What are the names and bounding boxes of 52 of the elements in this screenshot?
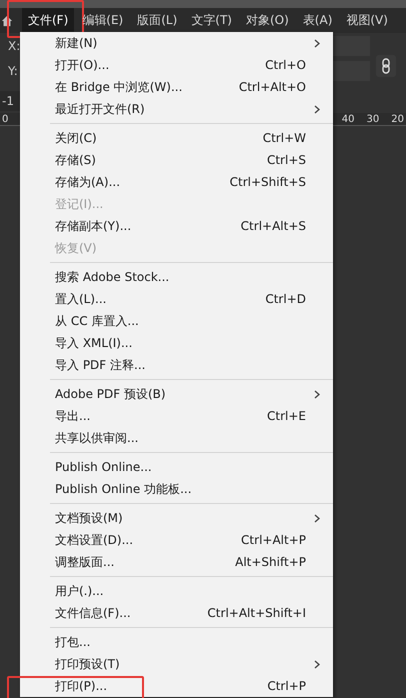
shortcut-text: Ctrl+D [265, 292, 306, 306]
menu-item-label[interactable]: 最近打开文件(R) [55, 100, 308, 118]
menu-item-label[interactable]: 打开(O)... [55, 56, 266, 74]
shortcut-text: Alt+Shift+P [235, 555, 306, 569]
menu-item-label[interactable]: 文档预设(M) [55, 510, 308, 526]
menu-item-label[interactable]: 置入(L)... [55, 290, 266, 308]
shortcut-text: Ctrl+W [262, 131, 306, 145]
menu-item-label[interactable]: 存储为(A)... [55, 174, 230, 190]
menu-item-label[interactable]: 文件信息(F)... [55, 604, 208, 622]
shortcut-text: Ctrl+O [265, 58, 306, 72]
shortcut-text: Ctrl+Alt+P [241, 533, 306, 547]
shortcut-text: Ctrl+E [267, 409, 306, 423]
menu-title[interactable]: 版面(L) [131, 8, 184, 33]
menu-title[interactable]: 表(A) [296, 8, 338, 33]
menu-title[interactable]: 文件(F) [22, 8, 74, 33]
menu-item-label[interactable]: 用户(.)... [55, 582, 325, 600]
menu-item-label[interactable]: 关闭(C) [55, 130, 263, 146]
menu-item-label[interactable]: 共享以供审阅... [55, 430, 325, 446]
menu-item-label[interactable]: 导入 XML(I)... [55, 334, 325, 352]
shortcut-text: Ctrl+S [266, 153, 306, 167]
menu-item-label[interactable]: 打印预设(T) [55, 656, 308, 672]
menu-item-label[interactable]: 新建(N) [55, 34, 308, 52]
menu-item-label[interactable]: Publish Online... [55, 460, 325, 474]
menu-title[interactable]: 对象(O) [240, 8, 295, 33]
menu-item-label[interactable]: 导入 PDF 注释... [55, 356, 325, 374]
document-tab[interactable]: -1 [0, 91, 20, 111]
menu-item-label[interactable]: Adobe PDF 预设(B) [55, 386, 308, 402]
shortcut-text: Ctrl+Shift+S [230, 175, 306, 189]
home-icon[interactable] [1, 14, 13, 26]
shortcut-text: Ctrl+Alt+Shift+I [207, 606, 306, 620]
x-label: X: [8, 38, 20, 52]
y-label: Y: [8, 64, 18, 78]
menu-item-label[interactable]: Publish Online 功能板... [55, 480, 325, 498]
menu-title[interactable]: 视图(V) [340, 8, 394, 33]
ruler-number: 0 [2, 114, 8, 124]
menu-item-label[interactable]: 打印(P)... [55, 678, 268, 694]
shortcut-text: Ctrl+P [267, 679, 306, 693]
menu-item-label[interactable]: 导出... [55, 408, 267, 424]
menu-item-label[interactable]: 搜索 Adobe Stock... [55, 268, 325, 286]
menu-item-label[interactable]: 从 CC 库置入... [55, 312, 325, 330]
shortcut-text: Ctrl+Alt+S [240, 219, 306, 233]
menu-item-label[interactable]: 文档设置(D)... [55, 532, 242, 548]
ruler-number: 20 [391, 114, 404, 124]
menu-item-label[interactable]: 打包... [55, 634, 325, 650]
menu-item-label[interactable]: 存储副本(Y)... [55, 218, 241, 234]
ruler-number: 40 [342, 114, 355, 124]
ruler-number: 30 [366, 114, 380, 124]
menu-item-label[interactable]: 存储(S) [55, 152, 267, 168]
menu-title[interactable]: 文字(T) [185, 8, 238, 33]
menu-item-label[interactable]: 调整版面... [55, 554, 236, 570]
menu-item-label[interactable]: 在 Bridge 中浏览(W)... [55, 78, 239, 96]
shortcut-text: Ctrl+Alt+O [238, 80, 306, 94]
